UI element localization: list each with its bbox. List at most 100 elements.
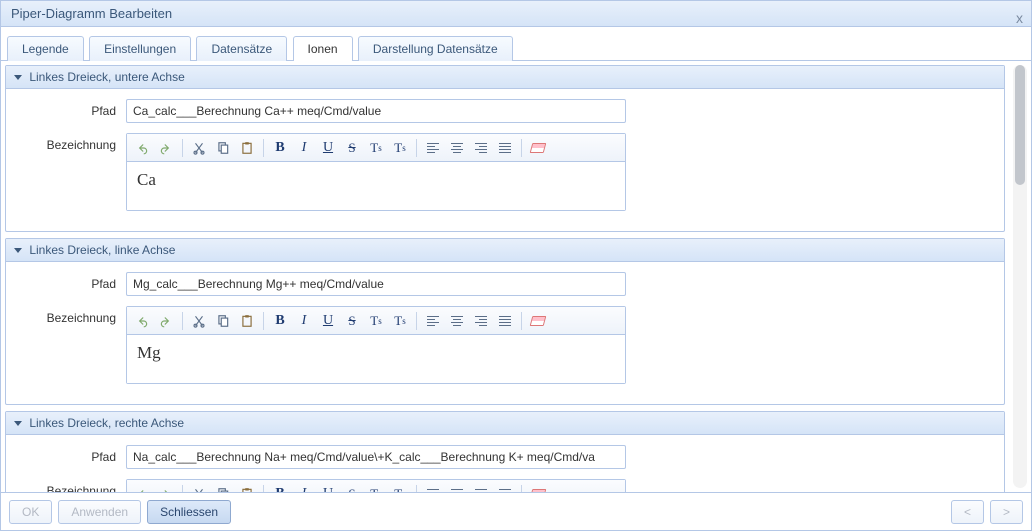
- clear-format-icon[interactable]: [527, 310, 549, 332]
- cut-icon[interactable]: [188, 310, 210, 332]
- tab-einstellungen[interactable]: Einstellungen: [89, 36, 191, 61]
- superscript-icon[interactable]: Ts: [389, 483, 411, 493]
- cut-icon[interactable]: [188, 483, 210, 493]
- scrollbar-track[interactable]: [1013, 65, 1027, 488]
- scrollbar-thumb[interactable]: [1015, 65, 1025, 185]
- rte-toolbar: B I U S Ts Ts: [127, 307, 625, 335]
- rte-content[interactable]: Mg: [127, 335, 625, 383]
- bold-icon[interactable]: B: [269, 137, 291, 159]
- content-scroll[interactable]: Linkes Dreieck, untere Achse Pfad Bezeic…: [1, 61, 1009, 492]
- bold-icon[interactable]: B: [269, 310, 291, 332]
- subscript-icon[interactable]: Ts: [365, 483, 387, 493]
- redo-icon[interactable]: [155, 310, 177, 332]
- panel-body: Pfad Bezeichnung: [6, 435, 1004, 492]
- panel-title: Linkes Dreieck, untere Achse: [29, 70, 184, 84]
- cut-icon[interactable]: [188, 137, 210, 159]
- content-area: Linkes Dreieck, untere Achse Pfad Bezeic…: [1, 61, 1031, 492]
- redo-icon[interactable]: [155, 137, 177, 159]
- clear-format-icon[interactable]: [527, 483, 549, 493]
- panel-title: Linkes Dreieck, rechte Achse: [29, 416, 184, 430]
- panel-header[interactable]: Linkes Dreieck, untere Achse: [6, 66, 1004, 89]
- panel-header[interactable]: Linkes Dreieck, linke Achse: [6, 239, 1004, 262]
- separator: [521, 139, 522, 157]
- separator: [521, 485, 522, 493]
- undo-icon[interactable]: [131, 483, 153, 493]
- tab-legende[interactable]: Legende: [7, 36, 84, 61]
- panel-title: Linkes Dreieck, linke Achse: [29, 243, 175, 257]
- close-icon[interactable]: x: [1016, 5, 1023, 31]
- anwenden-button[interactable]: Anwenden: [58, 500, 141, 524]
- tab-darstellung-datensaetze[interactable]: Darstellung Datensätze: [358, 36, 513, 61]
- copy-icon[interactable]: [212, 137, 234, 159]
- rte-content[interactable]: Ca: [127, 162, 625, 210]
- bezeichnung-label: Bezeichnung: [16, 306, 126, 325]
- section-panel: Linkes Dreieck, rechte Achse Pfad Bezeic…: [5, 411, 1005, 492]
- superscript-icon[interactable]: Ts: [389, 310, 411, 332]
- pfad-input[interactable]: [126, 99, 626, 123]
- bezeichnung-label: Bezeichnung: [16, 479, 126, 492]
- separator: [263, 312, 264, 330]
- copy-icon[interactable]: [212, 483, 234, 493]
- align-left-icon[interactable]: [422, 483, 444, 493]
- footer-bar: OK Anwenden Schliessen < >: [1, 492, 1031, 530]
- underline-icon[interactable]: U: [317, 137, 339, 159]
- redo-icon[interactable]: [155, 483, 177, 493]
- tab-ionen[interactable]: Ionen: [293, 36, 353, 61]
- rich-text-editor: B I U S Ts Ts: [126, 479, 626, 492]
- collapse-icon[interactable]: [14, 421, 22, 426]
- paste-icon[interactable]: [236, 137, 258, 159]
- bezeichnung-label: Bezeichnung: [16, 133, 126, 152]
- separator: [182, 139, 183, 157]
- strikethrough-icon[interactable]: S: [341, 310, 363, 332]
- align-right-icon[interactable]: [470, 483, 492, 493]
- pfad-label: Pfad: [16, 272, 126, 291]
- align-right-icon[interactable]: [470, 310, 492, 332]
- undo-icon[interactable]: [131, 310, 153, 332]
- panel-body: Pfad Bezeichnung: [6, 262, 1004, 404]
- collapse-icon[interactable]: [14, 75, 22, 80]
- section-panel: Linkes Dreieck, untere Achse Pfad Bezeic…: [5, 65, 1005, 232]
- ok-button[interactable]: OK: [9, 500, 52, 524]
- superscript-icon[interactable]: Ts: [389, 137, 411, 159]
- separator: [416, 312, 417, 330]
- prev-button[interactable]: <: [951, 500, 984, 524]
- clear-format-icon[interactable]: [527, 137, 549, 159]
- next-button[interactable]: >: [990, 500, 1023, 524]
- dialog-window: Piper-Diagramm Bearbeiten x Legende Eins…: [0, 0, 1032, 531]
- rich-text-editor: B I U S Ts Ts Mg: [126, 306, 626, 384]
- align-center-icon[interactable]: [446, 310, 468, 332]
- align-left-icon[interactable]: [422, 137, 444, 159]
- copy-icon[interactable]: [212, 310, 234, 332]
- underline-icon[interactable]: U: [317, 310, 339, 332]
- collapse-icon[interactable]: [14, 248, 22, 253]
- undo-icon[interactable]: [131, 137, 153, 159]
- bold-icon[interactable]: B: [269, 483, 291, 493]
- separator: [263, 139, 264, 157]
- tab-datensaetze[interactable]: Datensätze: [196, 36, 287, 61]
- schliessen-button[interactable]: Schliessen: [147, 500, 231, 524]
- italic-icon[interactable]: I: [293, 137, 315, 159]
- strikethrough-icon[interactable]: S: [341, 483, 363, 493]
- underline-icon[interactable]: U: [317, 483, 339, 493]
- strikethrough-icon[interactable]: S: [341, 137, 363, 159]
- align-center-icon[interactable]: [446, 483, 468, 493]
- separator: [521, 312, 522, 330]
- title-bar: Piper-Diagramm Bearbeiten x: [1, 1, 1031, 27]
- subscript-icon[interactable]: Ts: [365, 310, 387, 332]
- paste-icon[interactable]: [236, 310, 258, 332]
- italic-icon[interactable]: I: [293, 310, 315, 332]
- align-left-icon[interactable]: [422, 310, 444, 332]
- italic-icon[interactable]: I: [293, 483, 315, 493]
- panel-header[interactable]: Linkes Dreieck, rechte Achse: [6, 412, 1004, 435]
- pfad-input[interactable]: [126, 272, 626, 296]
- align-justify-icon[interactable]: [494, 137, 516, 159]
- align-justify-icon[interactable]: [494, 483, 516, 493]
- pfad-label: Pfad: [16, 99, 126, 118]
- align-justify-icon[interactable]: [494, 310, 516, 332]
- align-right-icon[interactable]: [470, 137, 492, 159]
- paste-icon[interactable]: [236, 483, 258, 493]
- align-center-icon[interactable]: [446, 137, 468, 159]
- subscript-icon[interactable]: Ts: [365, 137, 387, 159]
- pfad-input[interactable]: [126, 445, 626, 469]
- separator: [416, 485, 417, 493]
